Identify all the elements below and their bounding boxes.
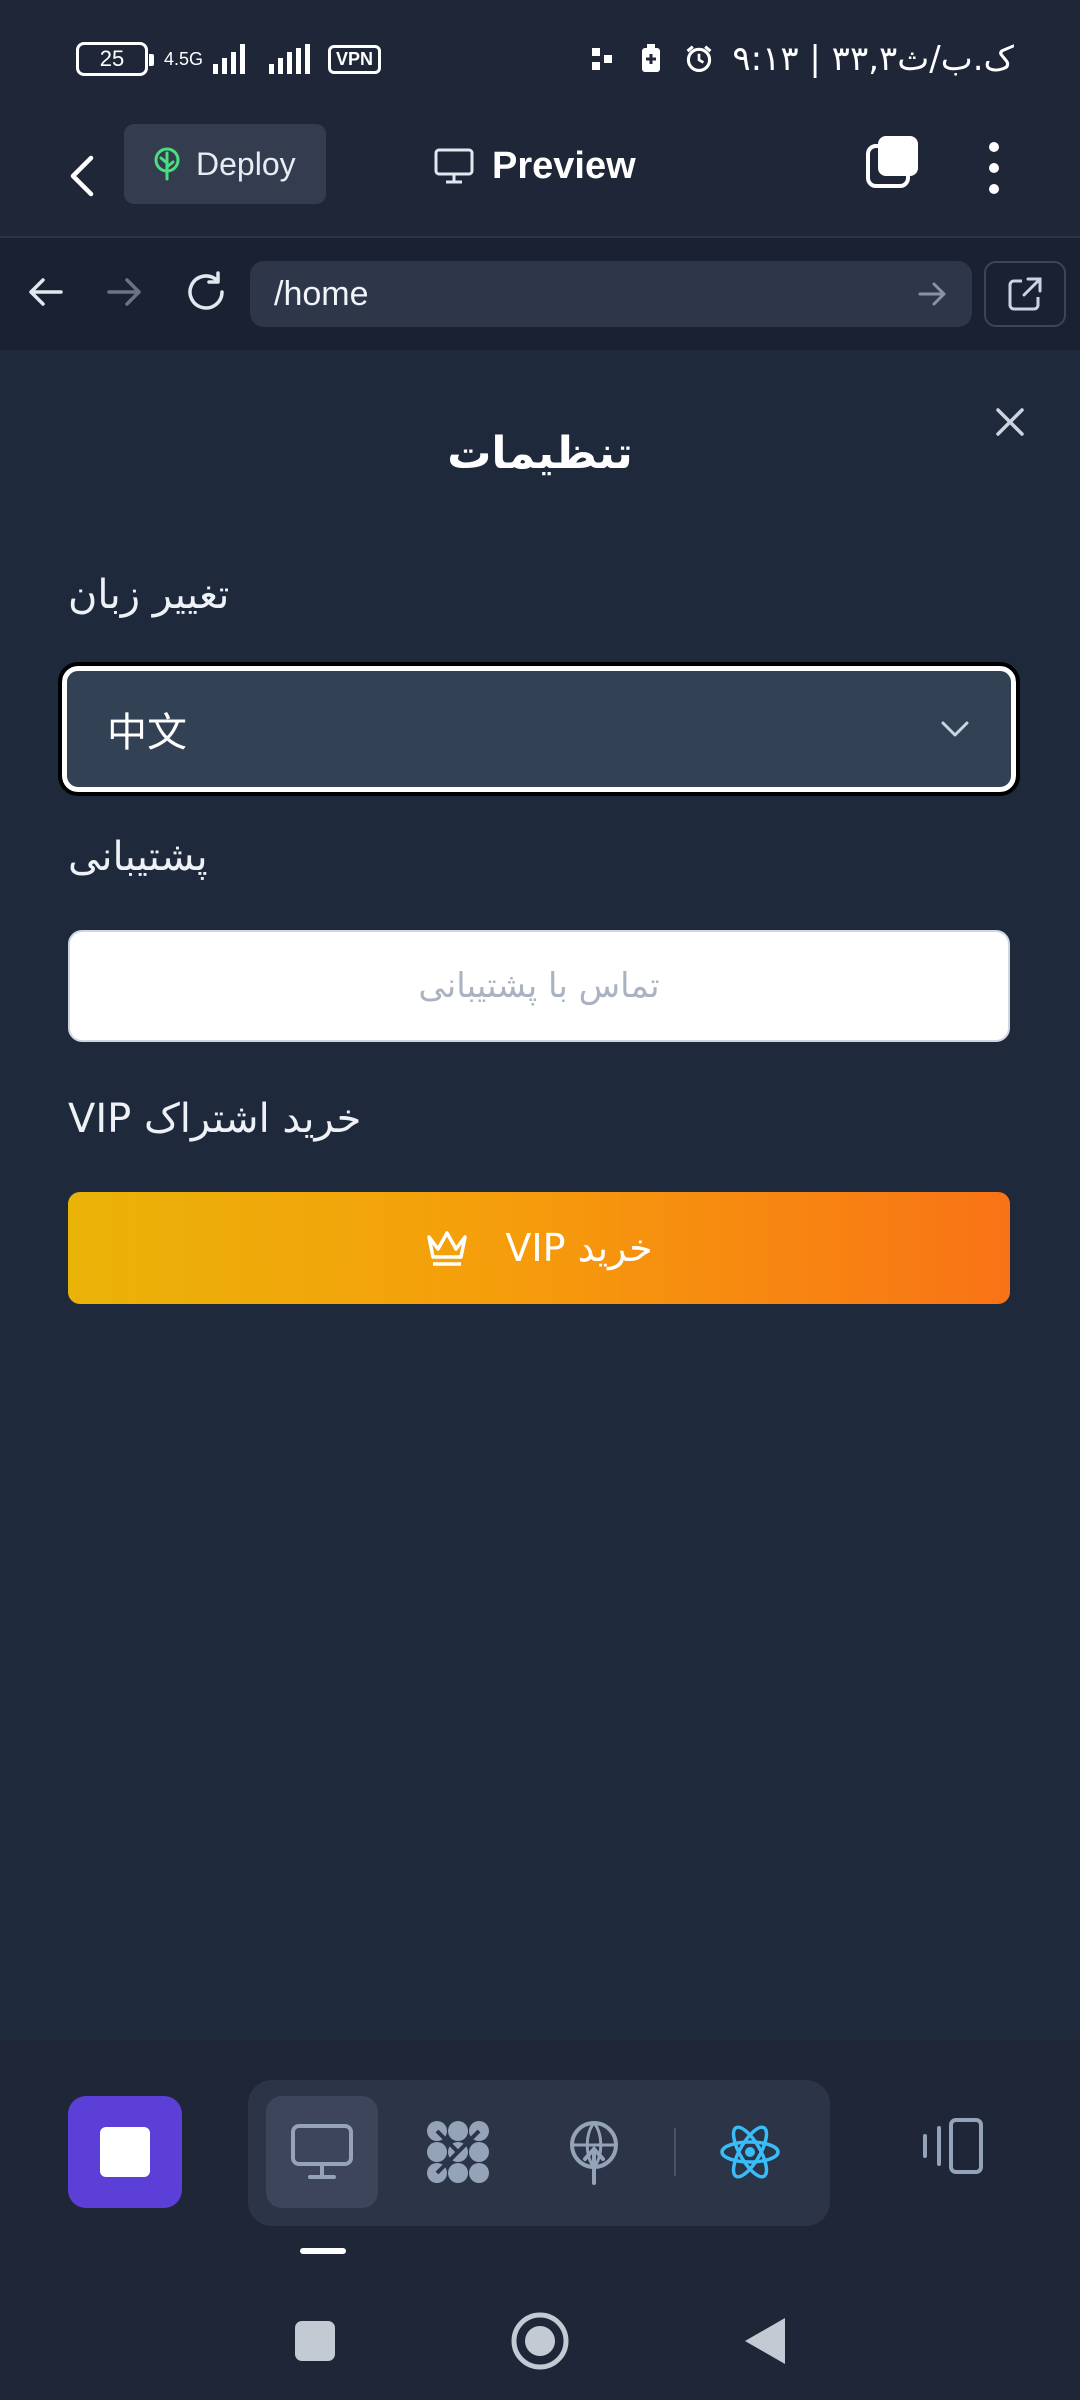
settings-modal: تنظیمات تغییر زبان 中文 پشتیبانی تماس با پ…: [0, 350, 1080, 2040]
deploy-label: Deploy: [196, 145, 296, 182]
toolbar-divider: [674, 2128, 676, 2176]
copy-icon: [866, 136, 918, 188]
desktop-icon: [291, 2124, 353, 2179]
battery-level: 25: [99, 46, 125, 71]
support-button[interactable]: تماس با پشتیبانی: [68, 930, 1010, 1042]
browser-toolbar: /home: [0, 238, 1080, 350]
home-circle-icon: [511, 2312, 569, 2370]
status-left: 25 4.5G VPN: [76, 36, 382, 82]
external-link-icon: [1008, 277, 1042, 311]
deploy-button[interactable]: Deploy: [124, 124, 326, 204]
chevron-down-icon: [941, 721, 969, 737]
deploy-view-button[interactable]: [538, 2096, 650, 2208]
reload-icon: [188, 271, 224, 310]
system-navigation: [0, 2240, 1080, 2400]
recents-button[interactable]: [280, 2306, 350, 2376]
more-icon[interactable]: [976, 138, 1012, 198]
signal-icon: [213, 44, 246, 74]
go-arrow-icon[interactable]: [918, 281, 948, 307]
back-button[interactable]: [58, 144, 106, 208]
vpn-badge: VPN: [328, 44, 382, 74]
desktop-view-button[interactable]: [266, 2096, 378, 2208]
react-button[interactable]: [694, 2096, 806, 2208]
status-bar: 25 4.5G VPN ۹:۱۳ | ۳۳,۳ک.ب/ث: [0, 0, 1080, 118]
network-view-button[interactable]: [402, 2096, 514, 2208]
stop-button[interactable]: [68, 2096, 182, 2208]
open-external-button[interactable]: [984, 261, 1066, 327]
back-icon: [70, 155, 94, 197]
url-text: /home: [274, 274, 369, 313]
url-input[interactable]: /home: [250, 261, 972, 327]
react-icon: [720, 2125, 780, 2179]
support-placeholder: تماس با پشتیبانی: [418, 966, 660, 1006]
language-value: 中文: [107, 710, 187, 756]
bottom-toolbar: [0, 2040, 1080, 2240]
system-back-button[interactable]: [730, 2306, 800, 2376]
triangle-back-icon: [745, 2318, 785, 2364]
arrow-right-icon: [107, 278, 141, 306]
panel-toggle-button[interactable]: [912, 2106, 992, 2186]
antenna-icon: [570, 2121, 618, 2185]
status-right: ۹:۱۳ | ۳۳,۳ک.ب/ث: [588, 36, 1014, 82]
app-header: Deploy Preview: [0, 118, 1080, 238]
square-icon: [295, 2321, 335, 2361]
reload-button[interactable]: [180, 266, 232, 318]
preview-label: Preview: [492, 144, 636, 187]
copy-button[interactable]: [864, 134, 920, 190]
stop-icon: [100, 2127, 150, 2177]
buy-vip-button[interactable]: خرید VIP: [68, 1192, 1010, 1304]
view-switcher: [248, 2080, 830, 2226]
home-button[interactable]: [505, 2306, 575, 2376]
arrow-left-icon: [29, 278, 63, 306]
page-title: تنظیمات: [447, 428, 633, 479]
battery-saver-icon: [636, 44, 666, 74]
nav-forward-button[interactable]: [98, 266, 150, 318]
nav-back-button[interactable]: [20, 266, 72, 318]
support-label: پشتیبانی: [68, 834, 208, 880]
deploy-tree-icon: [154, 147, 180, 181]
monitor-icon: [434, 148, 474, 184]
status-time: ۹:۱۳ | ۳۳,۳ک.ب/ث: [732, 39, 1014, 79]
language-label: تغییر زبان: [68, 572, 230, 618]
alarm-icon: [684, 44, 714, 74]
vip-label: خرید اشتراک VIP: [68, 1096, 362, 1142]
preview-title[interactable]: Preview: [434, 136, 636, 196]
battery-indicator: 25: [76, 42, 154, 76]
scroll-handle[interactable]: [300, 2248, 346, 2254]
app-notification-icon: [588, 44, 618, 74]
network-icon: [427, 2121, 489, 2183]
language-select[interactable]: 中文: [58, 662, 1020, 796]
network-type: 4.5G: [164, 49, 204, 69]
crown-icon: [427, 1231, 468, 1266]
panel-icon: [923, 2118, 983, 2174]
signal-icon-2: [269, 44, 311, 74]
buy-vip-label: خرید VIP: [505, 1226, 653, 1270]
